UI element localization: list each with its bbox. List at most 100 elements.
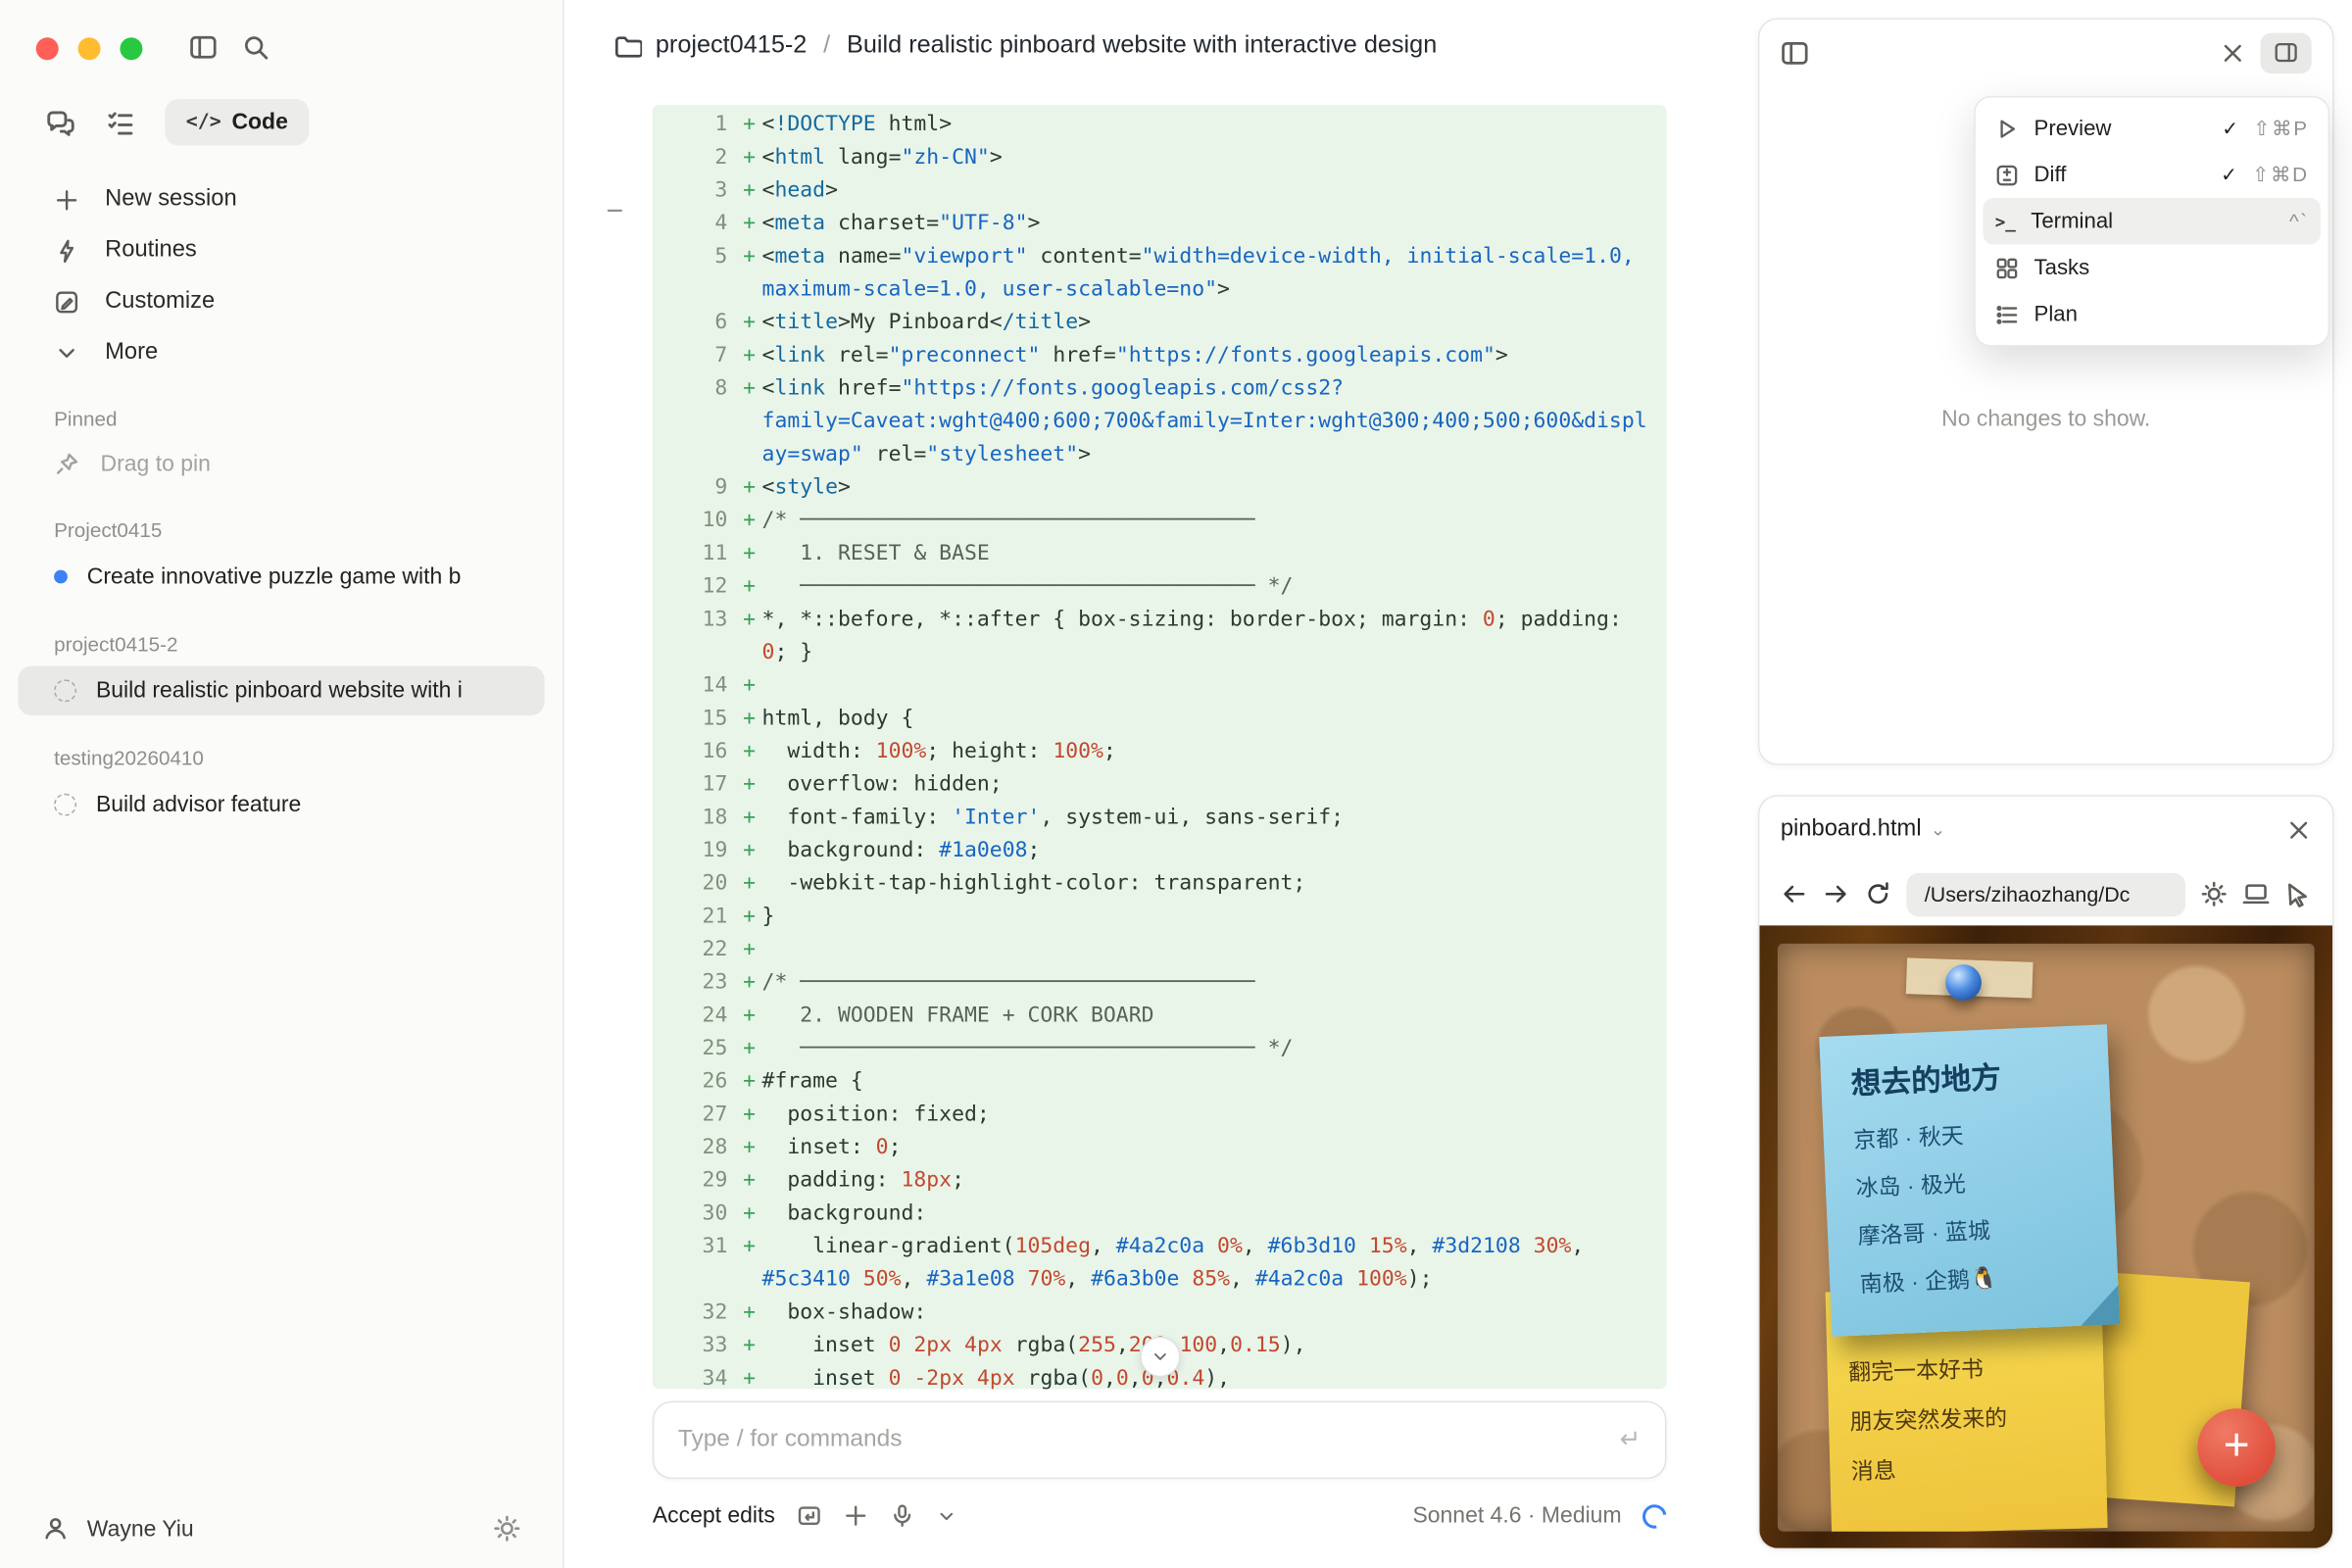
diff-add-marker: + <box>737 933 762 966</box>
chevron-down-icon[interactable] <box>936 1505 956 1526</box>
url-field[interactable]: /Users/zihaozhang/Dc <box>1906 872 2185 915</box>
line-number: 6 <box>653 306 728 339</box>
code-line: 6 +<title>My Pinboard</title> <box>653 306 1667 339</box>
menu-item-terminal[interactable]: >_ Terminal ✓ ^` <box>1983 198 2320 244</box>
diff-add-marker: + <box>737 306 762 339</box>
preview-file-selector[interactable]: pinboard.html ⌄ <box>1781 816 1945 844</box>
code-line: 3+<head> <box>653 174 1667 208</box>
routines-button[interactable]: Routines <box>0 225 563 276</box>
line-number: 23 <box>653 966 728 1000</box>
sidebar-item-session[interactable]: Build advisor feature <box>18 780 544 830</box>
reload-icon[interactable] <box>1865 880 1892 907</box>
menu-item-diff[interactable]: Diff ✓ ⇧⌘D <box>1983 152 2320 198</box>
theme-icon[interactable] <box>494 1515 521 1543</box>
add-note-button[interactable]: + <box>2197 1408 2276 1487</box>
model-selector[interactable]: Sonnet 4.6 · Medium <box>1412 1503 1621 1529</box>
inspect-icon[interactable] <box>2284 880 2312 907</box>
search-icon[interactable] <box>241 33 270 62</box>
sidebar-item-session-selected[interactable]: Build realistic pinboard website with i <box>18 666 544 716</box>
note-line: 消息 <box>1850 1448 2085 1486</box>
command-composer[interactable]: ↵ <box>653 1401 1667 1480</box>
code-text: <title>My Pinboard</title> <box>762 306 1667 339</box>
minimize-window-button[interactable] <box>78 37 101 60</box>
code-text: } <box>762 900 1667 933</box>
line-number: 29 <box>653 1164 728 1198</box>
sticky-note-blue[interactable]: 想去的地方 京都 · 秋天 冰岛 · 极光 摩洛哥 · 蓝城 南极 · 企鹅🐧 <box>1819 1024 2120 1337</box>
preview-panel: pinboard.html ⌄ /Users/zihaozhang/Dc 想去的… <box>1758 795 2334 1549</box>
code-line: 14+ <box>653 669 1667 703</box>
mic-icon[interactable] <box>889 1503 914 1529</box>
code-text: box-shadow: <box>762 1296 1667 1329</box>
customize-button[interactable]: Customize <box>0 276 563 327</box>
more-button[interactable]: More <box>0 327 563 378</box>
forward-icon[interactable] <box>1823 880 1850 907</box>
code-editor-diff[interactable]: 1+<!DOCTYPE html>2+<html lang="zh-CN">3+… <box>653 105 1667 1389</box>
menu-item-plan[interactable]: Plan ✓ <box>1983 291 2320 337</box>
diff-add-marker: + <box>737 735 762 768</box>
scroll-to-bottom-button[interactable] <box>1140 1337 1180 1377</box>
task-list-tab-icon[interactable] <box>105 107 135 137</box>
check-icon: ✓ <box>2222 117 2238 140</box>
code-line: 30+ background: <box>653 1197 1667 1230</box>
diff-add-marker: + <box>737 108 762 141</box>
line-number: 21 <box>653 900 728 933</box>
split-view-button[interactable] <box>2261 32 2312 73</box>
diff-add-marker: + <box>737 174 762 208</box>
device-icon[interactable] <box>2242 880 2270 907</box>
accept-edits-icon[interactable] <box>796 1503 821 1529</box>
diff-add-marker: + <box>737 603 762 636</box>
panel-icon[interactable] <box>1781 38 1809 67</box>
command-input[interactable] <box>678 1427 1620 1454</box>
site-preview[interactable]: 想去的地方 京都 · 秋天 冰岛 · 极光 摩洛哥 · 蓝城 南极 · 企鹅🐧 … <box>1759 925 2332 1549</box>
code-text: linear-gradient(105deg, #4a2c0a 0%, #6b3… <box>762 1230 1667 1296</box>
day-mode-icon[interactable] <box>2200 880 2228 907</box>
note-line: 翻完一本好书 <box>1848 1350 2083 1388</box>
customize-label: Customize <box>105 288 215 316</box>
code-text: inset: 0; <box>762 1131 1667 1164</box>
new-session-label: New session <box>105 186 237 214</box>
menu-label: Plan <box>2034 302 2078 325</box>
diff-add-marker: + <box>737 504 762 537</box>
note-title: 想去的地方 <box>1850 1050 2080 1102</box>
code-text: background: <box>762 1197 1667 1230</box>
code-text: padding: 18px; <box>762 1164 1667 1198</box>
zoom-window-button[interactable] <box>120 37 142 60</box>
close-icon[interactable] <box>2220 40 2245 66</box>
sidebar-toggle-icon[interactable] <box>189 33 218 62</box>
code-text: position: fixed; <box>762 1098 1667 1131</box>
diff-add-marker: + <box>737 570 762 604</box>
accept-edits-button[interactable]: Accept edits <box>653 1503 775 1529</box>
code-line: 22+ <box>653 933 1667 966</box>
line-number: 28 <box>653 1131 728 1164</box>
project-section-header: Project0415 <box>0 489 563 551</box>
user-name: Wayne Yiu <box>87 1516 194 1542</box>
line-number: 19 <box>653 834 728 867</box>
session-label: Create innovative puzzle game with b <box>87 564 526 590</box>
breadcrumb-project[interactable]: project0415-2 <box>656 31 807 60</box>
diff-add-marker: + <box>737 834 762 867</box>
sidebar-item-session[interactable]: Create innovative puzzle game with b <box>18 552 544 602</box>
page-title: Build realistic pinboard website with in… <box>847 31 1437 60</box>
line-number: 14 <box>653 669 728 703</box>
url-text: /Users/zihaozhang/Dc <box>1925 882 2131 906</box>
tab-code[interactable]: </> Code <box>165 99 309 145</box>
code-line: 7+<link rel="preconnect" href="https://f… <box>653 339 1667 372</box>
close-window-button[interactable] <box>36 37 59 60</box>
menu-item-tasks[interactable]: Tasks ✓ <box>1983 244 2320 290</box>
diff-add-marker: + <box>737 1197 762 1230</box>
diff-collapse-handle[interactable]: − <box>606 197 623 227</box>
menu-item-preview[interactable]: Preview ✓ ⇧⌘P <box>1983 105 2320 151</box>
line-number: 13 <box>653 603 728 636</box>
close-icon[interactable] <box>2286 816 2312 842</box>
code-line: 26+#frame { <box>653 1065 1667 1099</box>
breadcrumb: project0415-2 / Build realistic pinboard… <box>613 31 1437 60</box>
new-session-button[interactable]: New session <box>0 174 563 225</box>
line-number: 5 <box>653 240 728 273</box>
back-icon[interactable] <box>1781 880 1808 907</box>
add-icon[interactable] <box>843 1503 868 1529</box>
line-number: 17 <box>653 768 728 802</box>
code-text: <head> <box>762 174 1667 208</box>
diff-icon <box>1995 163 2019 186</box>
line-number: 15 <box>653 702 728 735</box>
chat-tab-icon[interactable] <box>45 107 75 137</box>
